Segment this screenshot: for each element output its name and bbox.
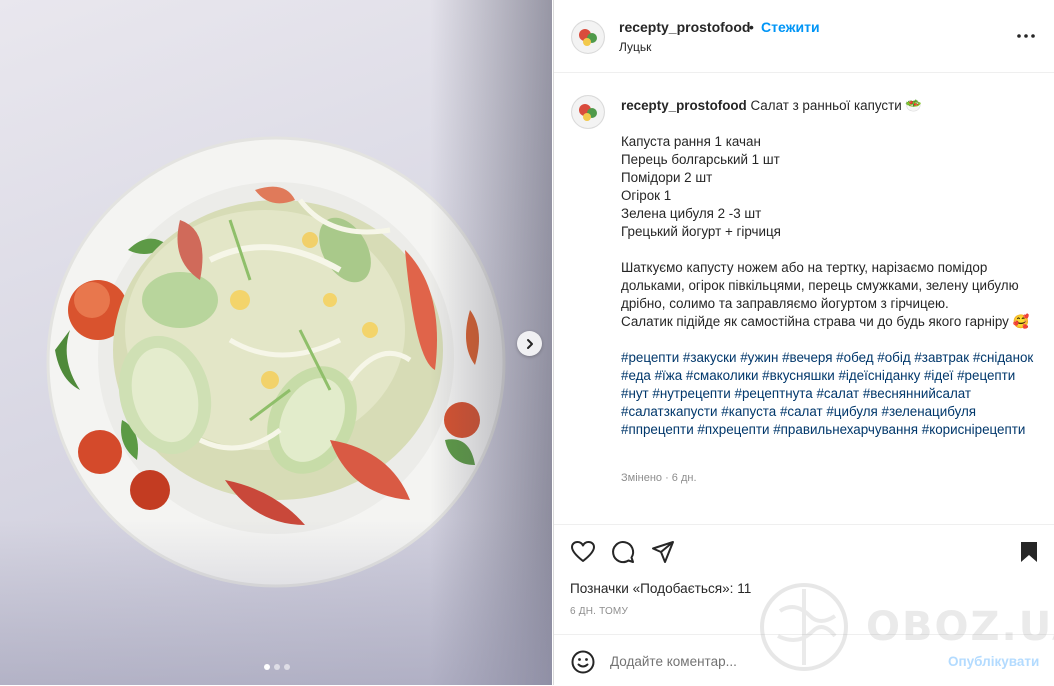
separator-dot: •: [749, 19, 754, 35]
like-heart-icon[interactable]: [570, 539, 596, 565]
profile-photo-icon: [572, 21, 604, 53]
share-icon[interactable]: [650, 539, 676, 565]
likes-count[interactable]: Позначки «Подобається»: 11: [570, 581, 751, 596]
profile-photo-icon: [572, 96, 604, 128]
carousel-dot-2: [274, 664, 280, 670]
post-time: 6 ДН. ТОМУ: [570, 606, 629, 617]
carousel-indicator: [264, 664, 290, 670]
caption-text: recepty_prostofood Салат з ранньої капус…: [621, 97, 1041, 439]
next-photo-button[interactable]: [517, 331, 542, 356]
emoji-icon[interactable]: [570, 649, 596, 675]
hashtags[interactable]: #рецепти #закуски #ужин #вечеря #обед #о…: [621, 349, 1041, 439]
post-modal: recepty_prostofood • Стежити Луцьк recep…: [0, 0, 1054, 685]
location-link[interactable]: Луцьк: [619, 40, 651, 54]
ingredient-line: Капуста рання 1 качан: [621, 134, 761, 149]
chevron-right-icon: [526, 338, 533, 349]
carousel-dot-1: [264, 664, 270, 670]
post-caption: recepty_prostofood Салат з ранньої капус…: [554, 73, 1054, 523]
post-details-panel: recepty_prostofood • Стежити Луцьк recep…: [553, 0, 1054, 685]
note-text: Салатик підійде як самостійна страва чи …: [621, 314, 1030, 329]
post-actions: Позначки «Подобається»: 11 6 ДН. ТОМУ: [554, 524, 1054, 635]
follow-button[interactable]: Стежити: [761, 19, 820, 35]
ingredient-line: Зелена цибуля 2 -3 шт: [621, 206, 762, 221]
comment-input[interactable]: [610, 651, 930, 671]
comment-form: Опублікувати: [554, 634, 1054, 686]
header-username[interactable]: recepty_prostofood: [619, 19, 750, 35]
post-photo[interactable]: [0, 0, 552, 685]
caption-username[interactable]: recepty_prostofood: [621, 98, 747, 113]
more-options-icon[interactable]: [1014, 26, 1038, 46]
save-bookmark-icon[interactable]: [1016, 539, 1042, 565]
ingredient-line: Грецький йогурт + гірчиця: [621, 224, 781, 239]
publish-button[interactable]: Опублікувати: [948, 654, 1039, 669]
comment-icon[interactable]: [610, 539, 636, 565]
avatar[interactable]: [571, 95, 605, 129]
edited-timestamp: Змінено · 6 дн.: [621, 472, 697, 484]
ingredient-line: Помідори 2 шт: [621, 170, 713, 185]
avatar[interactable]: [571, 20, 605, 54]
post-header: recepty_prostofood • Стежити Луцьк: [554, 0, 1054, 73]
ingredient-line: Перець болгарський 1 шт: [621, 152, 780, 167]
carousel-dot-3: [284, 664, 290, 670]
ingredient-line: Огірок 1: [621, 188, 672, 203]
instructions-text: Шаткуємо капусту ножем або на тертку, на…: [621, 260, 1019, 311]
caption-title: Салат з ранньої капусти 🥗: [750, 98, 923, 113]
